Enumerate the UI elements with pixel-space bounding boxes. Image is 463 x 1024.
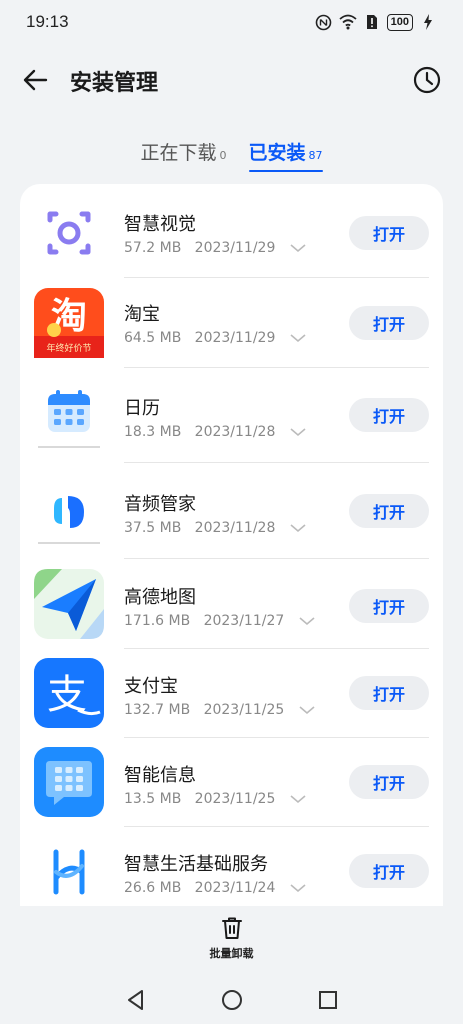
tab-count: 0 <box>219 149 227 162</box>
tab-downloading[interactable]: 正在下载 0 <box>140 134 226 172</box>
tab-installed[interactable]: 已安装 87 <box>248 134 323 172</box>
app-row[interactable]: 智能信息 13.5 MB 2023/11/25 打开 <box>20 737 443 827</box>
app-meta: 26.6 MB 2023/11/24 <box>124 880 306 896</box>
app-date: 2023/11/28 <box>194 424 276 440</box>
app-size: 132.7 MB <box>124 702 191 718</box>
tab-label: 已安装 <box>248 142 306 164</box>
tab-label: 正在下载 <box>140 142 217 164</box>
nav-back-icon[interactable] <box>124 988 148 1012</box>
app-meta: 64.5 MB 2023/11/29 <box>124 330 306 346</box>
app-meta: 132.7 MB 2023/11/25 <box>124 702 315 718</box>
app-name: 支付宝 <box>124 676 178 697</box>
installed-app-list: 智慧视觉 57.2 MB 2023/11/29 打开 淘 年终好价节 淘宝 64… <box>20 184 443 906</box>
battery-level: 100 <box>386 13 413 31</box>
app-meta: 171.6 MB 2023/11/27 <box>124 613 315 629</box>
app-size: 13.5 MB <box>124 791 182 807</box>
status-time: 19:13 <box>26 12 69 31</box>
clock-icon <box>413 66 441 94</box>
status-icons: 100 <box>315 13 437 31</box>
history-button[interactable] <box>411 64 443 96</box>
app-name: 智慧视觉 <box>124 214 196 235</box>
status-bar: 19:13 100 <box>0 0 463 44</box>
nav-home-icon[interactable] <box>220 988 244 1012</box>
app-date: 2023/11/24 <box>194 880 276 896</box>
smart-vision-icon <box>47 211 91 255</box>
app-size: 57.2 MB <box>124 240 182 256</box>
arrow-left-icon <box>23 69 48 91</box>
app-meta: 18.3 MB 2023/11/28 <box>124 424 306 440</box>
smart-life-icon <box>53 849 85 895</box>
chevron-down-icon[interactable] <box>290 523 306 533</box>
app-meta: 57.2 MB 2023/11/29 <box>124 240 306 256</box>
app-date: 2023/11/27 <box>203 613 285 629</box>
open-button[interactable]: 打开 <box>349 676 429 710</box>
chevron-down-icon[interactable] <box>299 616 315 626</box>
trash-icon <box>221 917 242 939</box>
app-size: 26.6 MB <box>124 880 182 896</box>
app-date: 2023/11/25 <box>194 791 276 807</box>
charging-icon <box>419 13 437 31</box>
system-nav-bar <box>0 976 463 1024</box>
chevron-down-icon[interactable] <box>290 427 306 437</box>
nav-recents-icon[interactable] <box>316 988 340 1012</box>
app-date: 2023/11/29 <box>194 240 276 256</box>
taobao-icon: 淘 年终好价节 <box>34 288 104 358</box>
amap-icon <box>34 569 104 639</box>
app-name: 音频管家 <box>124 494 196 515</box>
open-button[interactable]: 打开 <box>349 398 429 432</box>
calendar-icon <box>38 390 100 448</box>
chevron-down-icon[interactable] <box>290 243 306 253</box>
app-row[interactable]: 高德地图 171.6 MB 2023/11/27 打开 <box>20 559 443 649</box>
open-button[interactable]: 打开 <box>349 216 429 250</box>
app-meta: 37.5 MB 2023/11/28 <box>124 520 306 536</box>
open-button[interactable]: 打开 <box>349 765 429 799</box>
app-size: 37.5 MB <box>124 520 182 536</box>
audio-manager-icon <box>38 496 100 544</box>
open-button[interactable]: 打开 <box>349 306 429 340</box>
app-row[interactable]: 淘 年终好价节 淘宝 64.5 MB 2023/11/29 打开 <box>20 278 443 368</box>
app-date: 2023/11/25 <box>203 702 285 718</box>
nfc-icon <box>315 13 333 31</box>
sim-alert-icon <box>363 13 381 31</box>
chevron-down-icon[interactable] <box>290 883 306 893</box>
app-meta: 13.5 MB 2023/11/25 <box>124 791 306 807</box>
wifi-icon <box>339 13 357 31</box>
alipay-icon: 支 <box>34 658 104 728</box>
tab-count: 87 <box>308 149 323 162</box>
app-name: 智能信息 <box>124 765 196 786</box>
app-date: 2023/11/28 <box>194 520 276 536</box>
app-size: 171.6 MB <box>124 613 191 629</box>
open-button[interactable]: 打开 <box>349 494 429 528</box>
back-button[interactable] <box>20 64 52 96</box>
app-row[interactable]: 支 支付宝 132.7 MB 2023/11/25 打开 <box>20 648 443 738</box>
app-row[interactable]: 音频管家 37.5 MB 2023/11/28 打开 <box>20 464 443 559</box>
chevron-down-icon[interactable] <box>290 794 306 804</box>
chevron-down-icon[interactable] <box>290 333 306 343</box>
app-row[interactable]: 智慧视觉 57.2 MB 2023/11/29 打开 <box>20 184 443 278</box>
page-title: 安装管理 <box>70 71 159 96</box>
open-button[interactable]: 打开 <box>349 589 429 623</box>
chevron-down-icon[interactable] <box>299 705 315 715</box>
app-row[interactable]: 日历 18.3 MB 2023/11/28 打开 <box>20 368 443 463</box>
open-button[interactable]: 打开 <box>349 854 429 888</box>
app-name: 高德地图 <box>124 587 196 608</box>
batch-uninstall-button[interactable]: 批量卸载 <box>0 906 463 970</box>
app-size: 64.5 MB <box>124 330 182 346</box>
batch-uninstall-label: 批量卸载 <box>209 947 254 960</box>
taobao-icon-banner: 年终好价节 <box>46 342 91 354</box>
app-size: 18.3 MB <box>124 424 182 440</box>
app-name: 淘宝 <box>124 304 160 325</box>
app-row[interactable]: 智慧生活基础服务 26.6 MB 2023/11/24 打开 <box>20 826 443 906</box>
app-name: 智慧生活基础服务 <box>124 854 268 875</box>
app-date: 2023/11/29 <box>194 330 276 346</box>
smart-message-icon <box>34 747 104 817</box>
divider <box>124 462 429 463</box>
app-name: 日历 <box>124 398 160 419</box>
tab-bar: 正在下载 0 已安装 87 <box>0 134 463 174</box>
app-bar: 安装管理 <box>0 52 463 108</box>
